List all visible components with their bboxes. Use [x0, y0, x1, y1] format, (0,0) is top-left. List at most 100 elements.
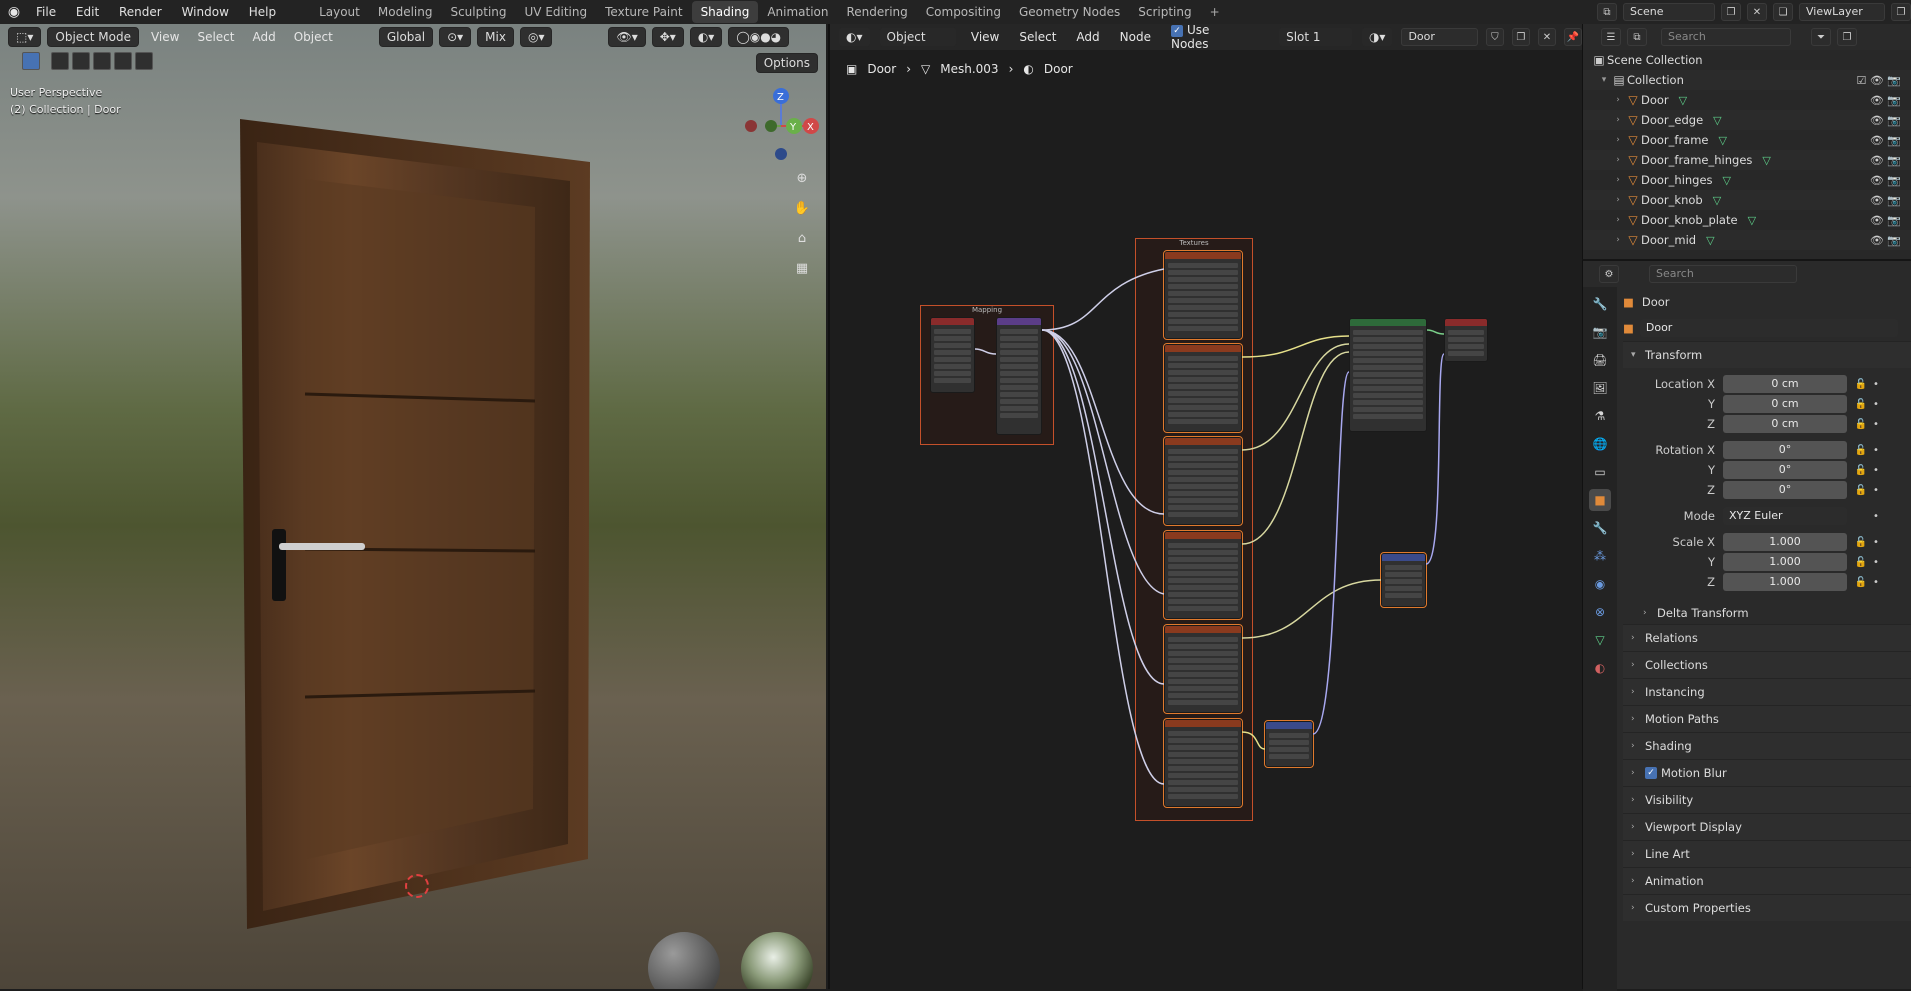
- visibility-icon[interactable]: 👁▾: [608, 27, 646, 47]
- panel-custom-properties[interactable]: › Custom Properties: [1623, 894, 1911, 921]
- tab-compositing[interactable]: Compositing: [917, 1, 1010, 23]
- transform-orientation-dropdown[interactable]: Global: [378, 27, 434, 47]
- expand-icon[interactable]: ›: [1611, 195, 1625, 205]
- base-color-texture-node[interactable]: [1163, 343, 1243, 433]
- ortho-grid-icon[interactable]: ▦: [790, 256, 814, 280]
- scene-field[interactable]: Scene: [1623, 3, 1715, 21]
- tab-geometry-nodes[interactable]: Geometry Nodes: [1010, 1, 1129, 23]
- world-tab-icon[interactable]: 🌐: [1589, 433, 1611, 455]
- select-box-icon[interactable]: [22, 52, 40, 70]
- panel-collections[interactable]: › Collections: [1623, 651, 1911, 678]
- material-browse-icon[interactable]: ◑▾: [1360, 27, 1394, 47]
- particles-tab-icon[interactable]: ⁂: [1589, 545, 1611, 567]
- panel-viewport-display[interactable]: › Viewport Display: [1623, 813, 1911, 840]
- breadcrumb-object[interactable]: Door: [867, 62, 896, 76]
- node-menu-select[interactable]: Select: [1013, 30, 1062, 44]
- roughness-texture-node[interactable]: [1163, 530, 1243, 620]
- lock-icon[interactable]: 🔓: [1853, 485, 1869, 496]
- mapping-node[interactable]: [996, 317, 1042, 435]
- panel-relations[interactable]: › Relations: [1623, 624, 1911, 651]
- panel-line-art[interactable]: › Line Art: [1623, 840, 1911, 867]
- filter-icon[interactable]: ⏷: [1811, 28, 1831, 46]
- panel-motion-paths[interactable]: › Motion Paths: [1623, 705, 1911, 732]
- visibility-toggles[interactable]: 👁 📷: [1870, 194, 1901, 207]
- texture-coordinate-node[interactable]: [930, 317, 975, 393]
- expand-icon[interactable]: ›: [1611, 95, 1625, 105]
- outliner-search-input[interactable]: Search: [1661, 28, 1791, 46]
- lock-icon[interactable]: 🔓: [1853, 537, 1869, 548]
- blender-logo-icon[interactable]: ◉: [0, 4, 28, 20]
- rotation-x-field[interactable]: 0°: [1723, 441, 1847, 459]
- gizmo-toggle-icon[interactable]: ✥▾: [651, 27, 684, 47]
- properties-editor[interactable]: ⚙ Search 🔧 📷 🖨 🖼 ⚗ 🌐 ▭ ■ 🔧 ⁂ ◉ ⊗ ▽ ◐ ■ D…: [1582, 259, 1911, 991]
- fake-user-icon[interactable]: ⛉: [1485, 28, 1504, 46]
- breadcrumb-mesh[interactable]: Mesh.003: [940, 62, 998, 76]
- location-x-field[interactable]: 0 cm: [1723, 375, 1847, 393]
- node-menu-view[interactable]: View: [965, 30, 1005, 44]
- door-model[interactable]: [235, 119, 595, 939]
- scale-z-field[interactable]: 1.000: [1723, 573, 1847, 591]
- visibility-toggles[interactable]: ☑ 👁 📷: [1856, 74, 1901, 87]
- data-tab-icon[interactable]: ▽: [1589, 629, 1611, 651]
- outliner[interactable]: ☰ ⧉ Search ⏷ ❐ ▣ Scene Collection ▾ ▤ Co…: [1582, 24, 1911, 259]
- normal-map-node[interactable]: [1264, 720, 1314, 768]
- keyframe-dot-icon[interactable]: •: [1873, 577, 1879, 588]
- select-extend-icon[interactable]: [72, 52, 90, 70]
- slot-dropdown[interactable]: Slot 1: [1278, 27, 1353, 47]
- material-tab-icon[interactable]: ◐: [1589, 657, 1611, 679]
- tab-shading[interactable]: Shading: [691, 1, 759, 23]
- panel-motion-blur[interactable]: › ✓ Motion Blur: [1623, 759, 1911, 786]
- physics-tab-icon[interactable]: ◉: [1589, 573, 1611, 595]
- 3d-viewport[interactable]: ⬚▾ Object Mode View Select Add Object Gl…: [0, 24, 826, 989]
- menu-help[interactable]: Help: [249, 5, 276, 19]
- outliner-item-door-mid[interactable]: › ▽ Door_mid ▽ 👁 📷: [1583, 230, 1911, 250]
- zoom-icon[interactable]: ⊕: [790, 166, 814, 190]
- panel-shading[interactable]: › Shading: [1623, 732, 1911, 759]
- location-y-field[interactable]: 0 cm: [1723, 395, 1847, 413]
- new-scene-icon[interactable]: ❐: [1721, 3, 1741, 21]
- displacement-node[interactable]: [1380, 552, 1427, 608]
- expand-icon[interactable]: ›: [1611, 215, 1625, 225]
- view-layer-icon[interactable]: ❏: [1773, 3, 1793, 21]
- options-button[interactable]: Options: [755, 53, 818, 73]
- lock-icon[interactable]: 🔓: [1853, 379, 1869, 390]
- scene-icon[interactable]: ⧉: [1597, 3, 1617, 21]
- visibility-toggles[interactable]: 👁 📷: [1870, 114, 1901, 127]
- keyframe-dot-icon[interactable]: •: [1873, 379, 1879, 390]
- lock-icon[interactable]: 🔓: [1853, 465, 1869, 476]
- properties-editor-icon[interactable]: ⚙: [1599, 265, 1619, 283]
- new-view-layer-icon[interactable]: ❐: [1891, 3, 1911, 21]
- tab-scripting[interactable]: Scripting: [1129, 1, 1200, 23]
- collection-tab-icon[interactable]: ▭: [1589, 461, 1611, 483]
- object-tab-icon[interactable]: ■: [1589, 489, 1611, 511]
- transform-panel-header[interactable]: ▾ Transform: [1623, 341, 1911, 368]
- use-nodes-checkbox[interactable]: ✓ Use Nodes: [1165, 23, 1248, 51]
- keyframe-dot-icon[interactable]: •: [1873, 399, 1879, 410]
- visibility-toggles[interactable]: 👁 📷: [1870, 234, 1901, 247]
- menu-edit[interactable]: Edit: [76, 5, 99, 19]
- object-mode-dropdown[interactable]: Object Mode: [47, 27, 139, 47]
- breadcrumb-material[interactable]: Door: [1044, 62, 1073, 76]
- motion-blur-checkbox[interactable]: ✓: [1645, 767, 1657, 779]
- menu-render[interactable]: Render: [119, 5, 162, 19]
- keyframe-dot-icon[interactable]: •: [1873, 465, 1879, 476]
- render-tab-icon[interactable]: 📷: [1589, 321, 1611, 343]
- pan-hand-icon[interactable]: ✋: [790, 196, 814, 220]
- outliner-editor-icon[interactable]: ☰: [1601, 28, 1621, 46]
- rotation-z-field[interactable]: 0°: [1723, 481, 1847, 499]
- add-workspace-button[interactable]: +: [1201, 1, 1229, 23]
- panel-visibility[interactable]: › Visibility: [1623, 786, 1911, 813]
- proportional-edit-icon[interactable]: ◎▾: [519, 27, 553, 47]
- location-z-field[interactable]: 0 cm: [1723, 415, 1847, 433]
- tab-modeling[interactable]: Modeling: [369, 1, 442, 23]
- node-menu-node[interactable]: Node: [1114, 30, 1157, 44]
- rotation-mode-dropdown[interactable]: XYZ Euler: [1723, 507, 1847, 525]
- outliner-item-door-knob[interactable]: › ▽ Door_knob ▽ 👁 📷: [1583, 190, 1911, 210]
- tab-sculpting[interactable]: Sculpting: [441, 1, 515, 23]
- lock-icon[interactable]: 🔓: [1853, 419, 1869, 430]
- 3d-cursor-icon[interactable]: [405, 874, 429, 898]
- pin-icon[interactable]: 📌: [1563, 28, 1583, 46]
- expand-icon[interactable]: ›: [1611, 175, 1625, 185]
- delete-scene-icon[interactable]: ✕: [1747, 3, 1767, 21]
- viewport-menu-object[interactable]: Object: [288, 30, 339, 44]
